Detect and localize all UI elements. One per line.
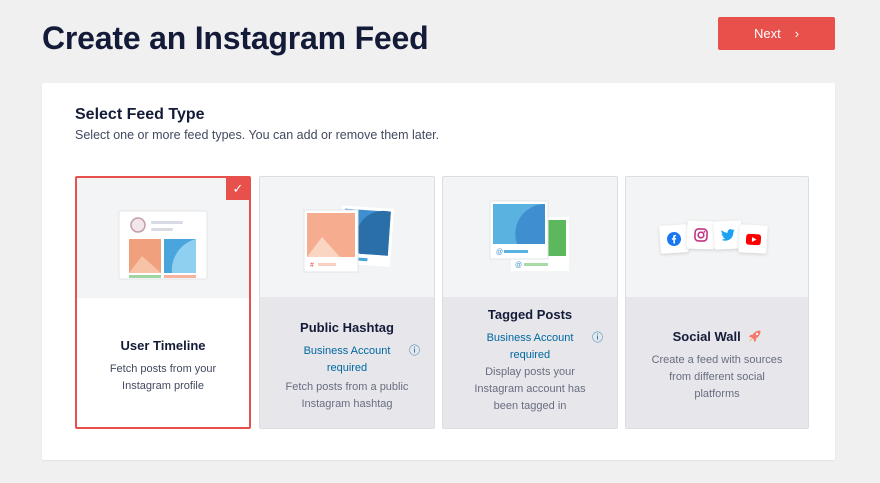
card-description: Fetch posts from a public Instagram hash…	[285, 381, 409, 410]
user-timeline-illustration	[77, 178, 249, 298]
tagged-feed-icon: @ @	[489, 200, 569, 271]
selected-check-icon: ✓	[226, 178, 249, 200]
facebook-icon	[659, 224, 689, 254]
feed-type-card-social-wall[interactable]: Social Wall Create a feed with sources f…	[625, 176, 809, 429]
info-icon[interactable]: ⓘ	[592, 330, 603, 347]
section-subtitle: Select one or more feed types. You can a…	[75, 128, 440, 142]
svg-text:@: @	[515, 262, 522, 269]
instagram-icon	[686, 220, 716, 250]
svg-text:@: @	[496, 249, 503, 256]
card-description: Fetch posts from your Instagram profile	[109, 363, 217, 392]
feed-type-card-tagged-posts[interactable]: @ @ Tagged Posts Business Account requir…	[442, 176, 618, 429]
youtube-icon	[738, 224, 768, 254]
section-title: Select Feed Type	[75, 106, 205, 123]
card-title: Public Hashtag	[300, 320, 394, 335]
social-wall-illustration	[626, 177, 808, 297]
business-account-required-link[interactable]: Business Account required ⓘ	[260, 343, 434, 377]
public-hashtag-illustration: #	[260, 177, 434, 297]
feed-type-card-public-hashtag[interactable]: # Public Hashtag Business Account requir…	[259, 176, 435, 429]
card-title: Tagged Posts	[487, 307, 573, 322]
card-title: User Timeline	[120, 338, 206, 353]
rocket-icon	[747, 330, 761, 342]
card-title: Social Wall	[626, 329, 808, 344]
page-title: Create an Instagram Feed	[42, 20, 429, 56]
next-button-label: Next	[753, 26, 781, 41]
card-description: Create a feed with sources from differen…	[651, 354, 783, 400]
next-button[interactable]: Next ›	[718, 17, 835, 50]
feed-type-panel: Select Feed Type Select one or more feed…	[42, 83, 835, 460]
feed-type-card-user-timeline[interactable]: ✓ User Timeline Fetch posts from your In…	[75, 176, 251, 429]
business-account-required-link[interactable]: Business Account required ⓘ	[443, 330, 617, 364]
chevron-right-icon: ›	[794, 26, 800, 41]
profile-feed-icon	[118, 210, 208, 280]
card-description: Display posts your Instagram account has…	[474, 366, 586, 412]
info-icon[interactable]: ⓘ	[409, 343, 420, 360]
svg-text:#: #	[310, 262, 314, 269]
hashtag-feed-icon: #	[303, 205, 395, 273]
tagged-posts-illustration: @ @	[443, 177, 617, 297]
